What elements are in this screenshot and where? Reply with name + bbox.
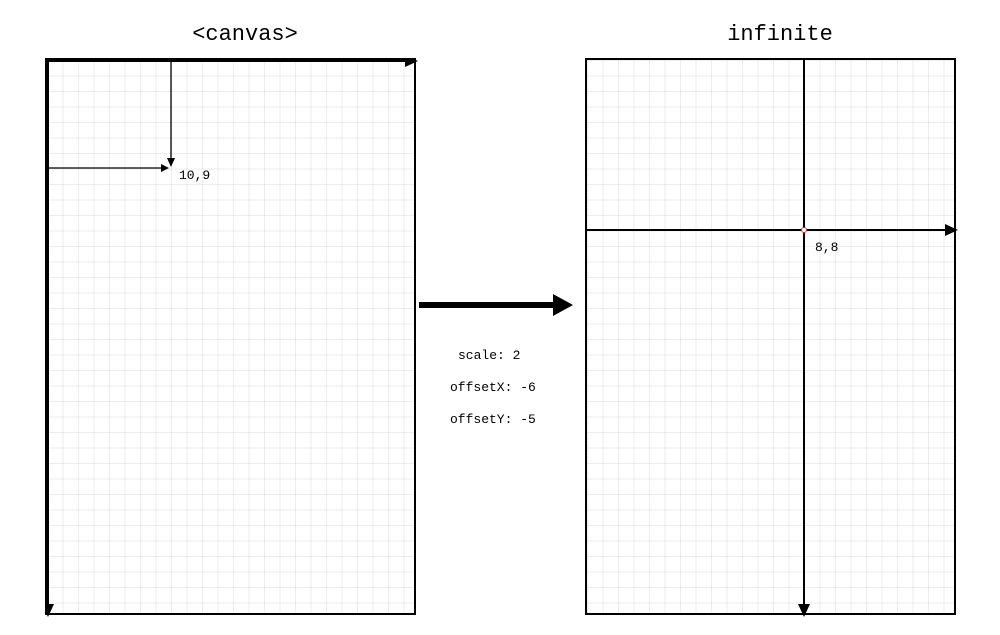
offsetx-label: offsetX: -6 (450, 380, 536, 395)
right-point-label: 8,8 (815, 240, 838, 255)
right-panel-title: infinite (690, 22, 870, 47)
right-panel-axes-svg (587, 60, 958, 617)
center-arrow-icon (415, 290, 575, 320)
left-panel-axes-svg (47, 60, 418, 617)
scale-label: scale: 2 (458, 348, 520, 363)
left-panel-title: <canvas> (155, 22, 335, 47)
right-panel: 8,8 (585, 58, 956, 615)
left-panel: 10,9 (45, 58, 416, 615)
left-point-label: 10,9 (179, 168, 210, 183)
offsety-label: offsetY: -5 (450, 412, 536, 427)
origin-dot-icon (801, 227, 807, 233)
